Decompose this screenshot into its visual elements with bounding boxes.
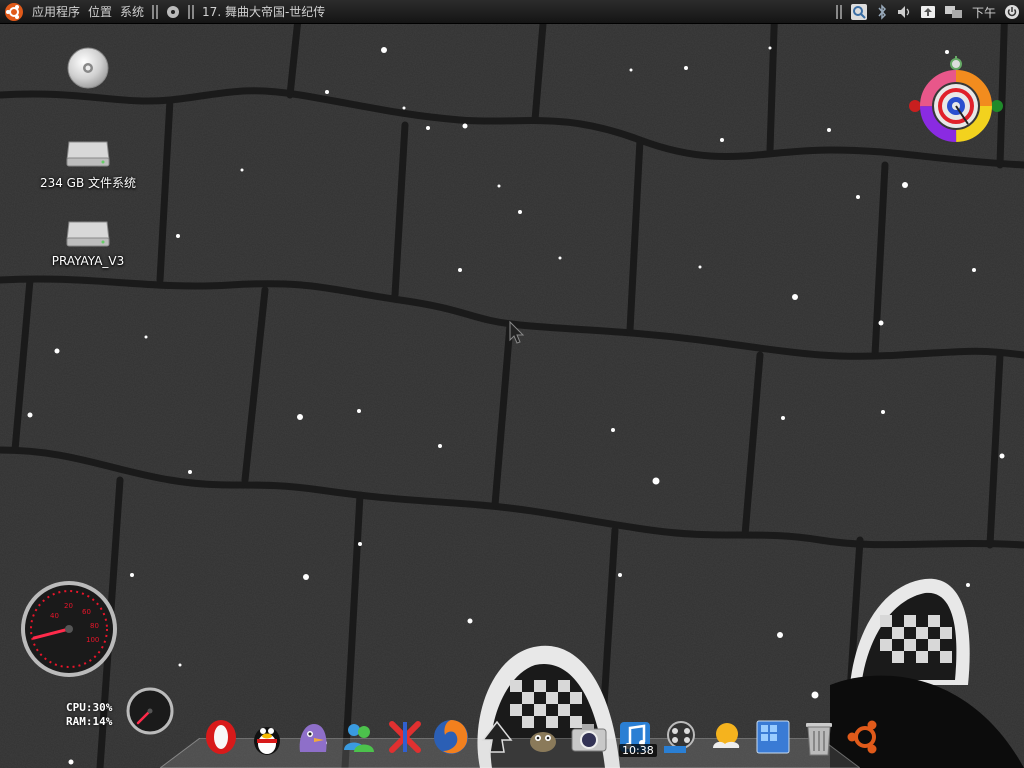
svg-text:80: 80 [90, 622, 99, 630]
network-icon [944, 6, 962, 18]
opera-icon [206, 720, 236, 754]
camera-icon [571, 724, 607, 752]
update-tray-button[interactable] [916, 0, 940, 24]
dock: 10:38 [200, 710, 886, 758]
cpu-usage-label: CPU:30% [66, 701, 113, 714]
clock-applet[interactable]: 下午 [968, 0, 1000, 24]
dock-item-music-player[interactable]: 10:38 [614, 716, 657, 758]
system-menu-label: 系统 [120, 5, 145, 19]
dock-clock: 10:38 [619, 744, 657, 757]
places-menu[interactable]: 位置 [84, 0, 116, 24]
dock-item-inkscape[interactable] [476, 716, 518, 758]
music-applet[interactable] [162, 0, 184, 24]
dock-item-messenger[interactable] [338, 716, 380, 758]
music-applet-separator [184, 0, 198, 24]
dock-item-video-player[interactable] [660, 716, 702, 758]
shutdown-button[interactable] [1000, 0, 1024, 24]
magnifier-icon [850, 4, 867, 20]
now-playing-title: 17. 舞曲大帝国-世纪传 [202, 5, 326, 19]
dock-item-trash[interactable] [798, 716, 840, 758]
trash-icon [806, 723, 832, 756]
tray-handle[interactable] [832, 0, 846, 24]
gimp-icon [530, 732, 556, 752]
dock-item-camera[interactable] [568, 716, 610, 758]
xmind-icon [389, 721, 421, 753]
pidgin-icon [299, 724, 327, 752]
system-tray: 下午 [832, 0, 1024, 24]
inkscape-icon [481, 720, 513, 753]
dock-item-opera[interactable] [200, 716, 242, 758]
hard-drive-icon [66, 141, 110, 167]
desktop-icon-usb-drive[interactable]: PRAYAYA_V3 [23, 212, 153, 268]
ring-clock-widget[interactable] [906, 54, 1006, 148]
dock-item-workspace-switcher[interactable] [752, 716, 794, 758]
dock-item-gimp[interactable] [522, 716, 564, 758]
workspace-switcher-icon [756, 720, 790, 754]
handle-icon [835, 5, 842, 19]
panel-handle[interactable] [148, 0, 162, 24]
cd-icon [67, 47, 109, 89]
system-menu[interactable]: 系统 [116, 0, 148, 24]
bluetooth-icon [878, 4, 887, 20]
desktop[interactable]: 应用程序 位置 系统 17. 舞曲大帝国-世纪传 下午 234 GB 文件系统 … [0, 0, 1024, 768]
ram-usage-label: RAM:14% [66, 715, 113, 728]
video-player-icon [664, 721, 695, 753]
firefox-icon [434, 720, 468, 754]
applications-menu[interactable]: 应用程序 [28, 0, 84, 24]
dock-item-ubuntu[interactable] [844, 716, 886, 758]
volume-tray-button[interactable] [892, 0, 916, 24]
messenger-icon [344, 724, 374, 752]
ubuntu-logo-icon [5, 2, 23, 21]
dock-item-pidgin[interactable] [292, 716, 334, 758]
network-tray-button[interactable] [940, 0, 968, 24]
screenshot-tray-button[interactable] [846, 0, 872, 24]
music-disc-icon [167, 5, 180, 18]
applications-menu-label: 应用程序 [32, 5, 81, 19]
bluetooth-tray-button[interactable] [872, 0, 892, 24]
places-menu-label: 位置 [88, 5, 113, 19]
svg-text:100: 100 [86, 636, 99, 644]
usb-drive-icon [66, 221, 110, 247]
svg-text:20: 20 [64, 602, 73, 610]
dock-item-weather[interactable] [706, 716, 748, 758]
desktop-icon-filesystem[interactable]: 234 GB 文件系统 [23, 132, 153, 191]
desktop-icon-label: PRAYAYA_V3 [51, 254, 125, 268]
handle-icon [188, 4, 195, 19]
dock-item-xmind[interactable] [384, 716, 426, 758]
speaker-icon [897, 6, 910, 18]
top-panel: 应用程序 位置 系统 17. 舞曲大帝国-世纪传 下午 [0, 0, 1024, 24]
update-notifier-icon [920, 6, 935, 18]
svg-text:40: 40 [50, 612, 59, 620]
desktop-icon-label: 234 GB 文件系统 [39, 176, 137, 190]
system-monitor-text: CPU:30% RAM:14% [66, 701, 112, 729]
clock-text: 下午 [971, 5, 996, 20]
ubuntu-menu-button[interactable] [0, 0, 28, 24]
handle-icon [152, 4, 159, 19]
desktop-icon-cd[interactable] [23, 46, 153, 96]
wallpaper [0, 0, 1024, 768]
ram-gauge [126, 687, 174, 735]
weather-icon [713, 723, 740, 748]
dock-item-qq[interactable] [246, 716, 288, 758]
qq-penguin-icon [254, 727, 280, 755]
now-playing[interactable]: 17. 舞曲大帝国-世纪传 [198, 0, 329, 24]
svg-text:60: 60 [82, 608, 91, 616]
dock-item-firefox[interactable] [430, 716, 472, 758]
power-icon [1005, 5, 1019, 19]
cpu-gauge: 60 80 100 40 20 [21, 581, 117, 677]
ubuntu-icon [847, 720, 877, 754]
